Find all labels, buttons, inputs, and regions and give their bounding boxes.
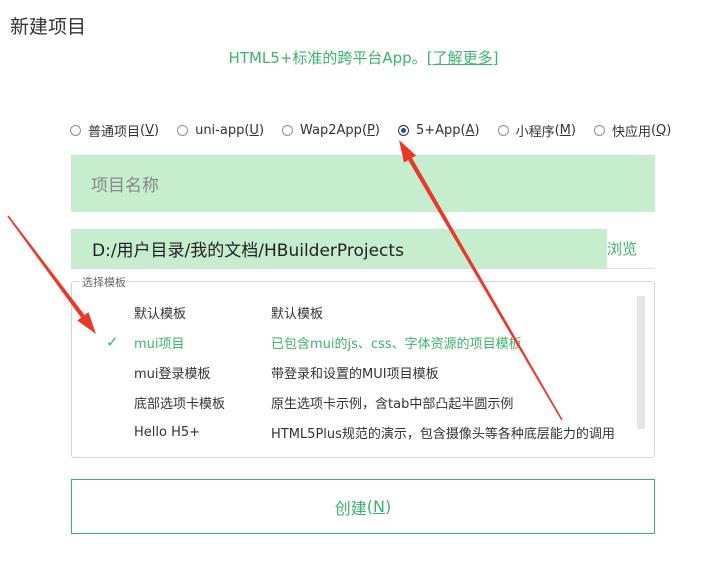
project-path-input[interactable]: D:/用户目录/我的文档/HBuilderProjects xyxy=(71,229,607,268)
template-row[interactable]: mui登录模板 带登录和设置的MUI项目模板 xyxy=(72,357,637,387)
radio-icon[interactable] xyxy=(593,124,605,136)
radio-icon[interactable] xyxy=(282,124,294,136)
project-type-label: uni-app xyxy=(195,122,245,138)
template-name: 默认模板 xyxy=(134,306,187,322)
template-check-cell xyxy=(72,303,134,321)
template-description: 原生选项卡示例，含tab中部凸起半圆示例 xyxy=(271,396,514,412)
subtitle-text: HTML5+标准的跨平台App。 xyxy=(228,49,427,67)
template-description: HTML5Plus规范的演示，包含摄像头等各种底层能力的调用 xyxy=(271,426,615,442)
project-type-label: 快应用 xyxy=(611,124,651,140)
radio-icon[interactable] xyxy=(397,124,409,136)
template-list: 默认模板 默认模板 ✓ mui项目 已包含mui的js、css、字体资源的项目模板 mui… xyxy=(72,297,637,447)
checkmark-icon: ✓ xyxy=(106,333,119,351)
project-type-mnemonic: P xyxy=(367,122,375,138)
project-name-placeholder: 项目名称 xyxy=(91,176,159,196)
template-description: 默认模板 xyxy=(271,306,324,322)
path-underline xyxy=(71,268,655,269)
project-type-mnemonic: U xyxy=(249,122,259,138)
template-row[interactable]: 默认模板 默认模板 xyxy=(72,297,637,327)
project-type-option-0[interactable]: 普通项目(V) xyxy=(70,121,159,140)
template-row[interactable]: 底部选项卡模板 原生选项卡示例，含tab中部凸起半圆示例 xyxy=(72,387,637,417)
project-type-label: 5+App xyxy=(415,122,461,138)
project-type-label: 小程序 xyxy=(515,124,555,140)
template-group-legend: 选择模板 xyxy=(79,274,129,290)
project-type-option-4[interactable]: 小程序(M) xyxy=(497,121,576,140)
create-button[interactable]: 创建(N) xyxy=(71,479,655,534)
template-name: mui项目 xyxy=(134,336,185,352)
template-row[interactable]: Hello H5+ HTML5Plus规范的演示，包含摄像头等各种底层能力的调用 xyxy=(72,417,637,447)
template-list-scrollbar[interactable] xyxy=(637,296,645,429)
template-name: 底部选项卡模板 xyxy=(134,396,226,412)
create-button-mnemonic: N xyxy=(373,497,385,516)
template-description: 已包含mui的js、css、字体资源的项目模板 xyxy=(271,336,522,352)
template-check-cell xyxy=(72,393,134,411)
radio-icon[interactable] xyxy=(70,124,81,136)
radio-icon[interactable] xyxy=(177,124,189,136)
template-name: Hello H5+ xyxy=(134,424,201,440)
project-type-radio-group: 普通项目(V) uni-app(U) Wap2App(P) 5+App(A) 小程序(M… xyxy=(70,121,671,140)
template-check-cell: ✓ xyxy=(72,333,134,351)
project-type-option-2[interactable]: Wap2App(P) xyxy=(282,121,380,139)
project-type-label: Wap2App xyxy=(300,122,362,138)
project-type-mnemonic: Q xyxy=(656,122,667,138)
template-row[interactable]: ✓ mui项目 已包含mui的js、css、字体资源的项目模板 xyxy=(72,327,637,357)
browse-button[interactable]: 浏览 xyxy=(607,238,637,259)
project-type-option-1[interactable]: uni-app(U) xyxy=(177,121,264,139)
project-type-label: 普通项目 xyxy=(88,124,141,140)
radio-icon[interactable] xyxy=(497,124,509,136)
project-type-mnemonic: V xyxy=(145,122,154,138)
project-type-option-3[interactable]: 5+App(A) xyxy=(397,121,480,139)
template-check-cell xyxy=(72,363,134,381)
project-name-input[interactable]: 项目名称 xyxy=(71,155,655,212)
subtitle: HTML5+标准的跨平台App。[了解更多] xyxy=(0,47,727,68)
template-check-cell xyxy=(72,423,134,441)
learn-more-link[interactable]: [了解更多] xyxy=(427,49,499,67)
create-button-label: 创建 xyxy=(334,498,367,518)
template-name: mui登录模板 xyxy=(134,366,211,382)
project-path-value: D:/用户目录/我的文档/HBuilderProjects xyxy=(92,241,404,261)
template-description: 带登录和设置的MUI项目模板 xyxy=(271,366,439,382)
project-type-option-5[interactable]: 快应用(Q) xyxy=(593,121,671,140)
dialog-title: 新建项目 xyxy=(10,16,87,38)
project-type-mnemonic: A xyxy=(465,122,475,138)
project-type-mnemonic: M xyxy=(559,122,571,138)
